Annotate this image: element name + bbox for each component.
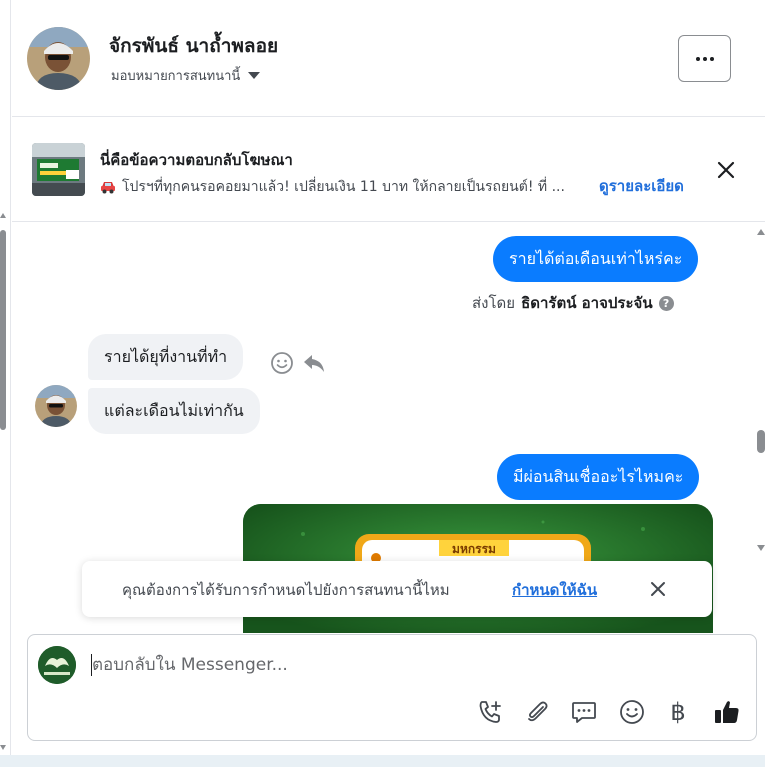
right-scroll-up-arrow[interactable] (757, 229, 765, 235)
image-badge-text: มหกรรม (452, 542, 496, 556)
left-scroll-up-arrow[interactable] (0, 213, 6, 218)
help-icon[interactable]: ? (658, 295, 674, 311)
right-scrollbar-thumb[interactable] (757, 430, 765, 453)
assign-label: มอบหมายการสนทนานี้ (111, 69, 241, 84)
sent-by-prefix: ส่งโดย (472, 294, 516, 312)
assign-conversation-dropdown[interactable]: มอบหมายการสนทนานี้ (111, 65, 261, 86)
contact-avatar[interactable] (27, 27, 90, 90)
outgoing-message[interactable]: รายได้ต่อเดือนเท่าไหร่คะ (493, 236, 699, 282)
conversation-header: จักรพันธ์ นาถ้ำพลอย มอบหมายการสนทนานี้ (12, 0, 765, 117)
reply-input[interactable] (92, 651, 692, 679)
emoji-reaction-icon[interactable] (270, 351, 294, 375)
incoming-message[interactable]: รายได้ยุที่งานที่ทำ (88, 334, 244, 380)
baht-icon: ฿ (670, 698, 686, 726)
incoming-message[interactable]: แต่ละเดือนไม่เท่ากัน (88, 388, 260, 434)
assign-to-me-link[interactable]: กำหนดให้ฉัน (512, 578, 597, 602)
message-composer: ฿ (27, 634, 757, 741)
ad-reply-banner: นี่คือข้อความตอบกลับโฆษณา โปรฯที่ทุกคนรอ… (12, 118, 765, 222)
outgoing-message[interactable]: มีผ่อนสินเชื่ออะไรไหมคะ (497, 454, 700, 500)
payment-button[interactable]: ฿ (664, 698, 692, 726)
page-avatar (38, 646, 76, 684)
contact-name: จักรพันธ์ นาถ้ำพลอย (109, 35, 279, 57)
more-options-button[interactable] (678, 35, 731, 82)
sent-by-name: ธิดารัตน์ อาจประจัน (521, 294, 653, 312)
ad-details-link[interactable]: ดูรายละเอียด (599, 174, 684, 198)
left-scroll-down-arrow[interactable] (0, 745, 6, 750)
caret-down-icon (248, 72, 261, 79)
saved-replies-button[interactable] (570, 698, 598, 726)
ad-description-text: โปรฯที่ทุกคนรอคอยมาแล้ว! เปลี่ยนเงิน 11 … (122, 179, 565, 195)
emoji-icon (620, 700, 644, 724)
dismiss-prompt-button[interactable] (647, 578, 669, 600)
bottom-strip (0, 755, 765, 767)
attachment-icon (528, 701, 548, 722)
car-icon (101, 182, 115, 194)
saved-reply-icon (572, 702, 596, 723)
right-scroll-down-arrow[interactable] (757, 545, 765, 551)
ad-reply-title: นี่คือข้อความตอบกลับโฆษณา (100, 151, 293, 169)
ad-description: โปรฯที่ทุกคนรอคอยมาแล้ว! เปลี่ยนเงิน 11 … (100, 176, 590, 198)
emoji-button[interactable] (618, 698, 646, 726)
ad-thumbnail (32, 143, 85, 196)
contact-avatar-small[interactable] (35, 385, 77, 427)
like-icon (715, 701, 739, 723)
sent-by-line: ส่งโดย ธิดารัตน์ อาจประจัน ? (472, 291, 674, 315)
close-icon (651, 582, 665, 596)
reply-icon[interactable] (302, 351, 326, 375)
close-icon (717, 161, 735, 179)
like-button[interactable] (713, 698, 741, 726)
attach-button[interactable] (523, 698, 551, 726)
call-button[interactable] (476, 698, 504, 726)
assignment-prompt: คุณต้องการได้รับการกำหนดไปยังการสนทนานี้… (82, 561, 712, 617)
call-add-icon (479, 701, 501, 723)
close-ad-banner-button[interactable] (712, 156, 740, 184)
left-scrollbar-thumb[interactable] (0, 230, 6, 430)
more-icon (695, 56, 700, 61)
assignment-prompt-text: คุณต้องการได้รับการกำหนดไปยังการสนทนานี้… (122, 581, 450, 599)
